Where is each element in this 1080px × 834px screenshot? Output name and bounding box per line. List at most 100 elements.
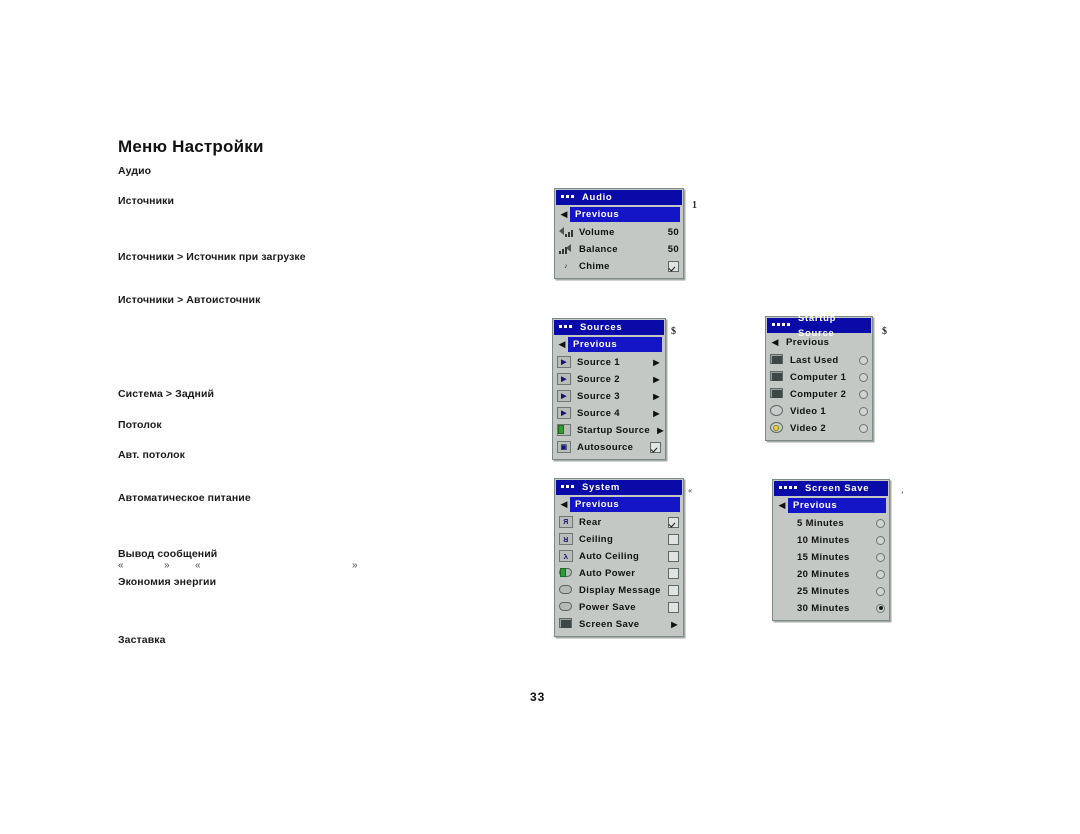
- annotation-mark: $: [671, 326, 676, 337]
- menu-item-checkbox[interactable]: [668, 260, 679, 272]
- menu-item-radio[interactable]: [876, 603, 885, 613]
- menu-item-checkbox[interactable]: [668, 584, 679, 596]
- menu-item[interactable]: Startup Source ▶: [557, 422, 663, 438]
- menu-item-radio[interactable]: [859, 389, 868, 399]
- menu-item[interactable]: Volume 50: [559, 224, 679, 240]
- menu-item-checkbox[interactable]: [668, 550, 679, 562]
- menu-item[interactable]: 10 Minutes: [777, 532, 885, 548]
- menu-item-label: Auto Ceiling: [579, 550, 640, 562]
- menu-item-radio[interactable]: [859, 423, 868, 433]
- menu-item-radio[interactable]: [876, 552, 885, 562]
- menu-item-label: Chime: [579, 260, 610, 272]
- menu-item[interactable]: Я Ceiling: [559, 531, 679, 547]
- source-icon: ▶: [557, 407, 571, 419]
- menu-item-radio[interactable]: [859, 406, 868, 416]
- menu-item[interactable]: 20 Minutes: [777, 566, 885, 582]
- osd-panel-screen-save: Screen Save ◀ Previous 5 Minutes 10 Minutes 1…: [772, 479, 890, 621]
- menu-item[interactable]: Video 2: [770, 420, 868, 436]
- left-label: Потолок: [118, 419, 162, 431]
- menu-item-radio[interactable]: [859, 372, 868, 382]
- menu-item[interactable]: Display Message: [559, 582, 679, 598]
- menu-item[interactable]: ▶ Source 3 ▶: [557, 388, 661, 404]
- menu-item-checkbox[interactable]: [668, 516, 679, 528]
- page-title: Меню Настройки: [118, 137, 264, 156]
- left-label: Автоматическое питание: [118, 492, 251, 504]
- menu-item-label: Autosource: [577, 441, 634, 453]
- previous-menu-item[interactable]: ◀ Previous: [558, 207, 680, 222]
- title-dots-icon: [561, 192, 576, 201]
- menu-item-label: 25 Minutes: [797, 585, 850, 597]
- submenu-arrow-icon[interactable]: ▶: [652, 375, 661, 384]
- osd-title-bar: System: [556, 480, 682, 495]
- menu-item-label: Display Message: [579, 584, 661, 596]
- osd-panel-audio: Audio ◀ Previous Volume 50 Balance 50 ♪ Chime: [554, 188, 684, 279]
- back-arrow-icon: ◀: [560, 499, 568, 509]
- menu-item-label: Source 1: [577, 356, 620, 368]
- osd-title-text: Audio: [582, 192, 613, 203]
- submenu-arrow-icon[interactable]: ▶: [656, 426, 665, 435]
- annotation-mark: ’: [901, 490, 904, 499]
- screen-save-icon: [559, 618, 573, 630]
- menu-item-value: 50: [667, 226, 679, 238]
- osd-title-bar: Sources: [554, 320, 664, 335]
- menu-item[interactable]: Я Rear: [559, 514, 679, 530]
- quote-close-2: »: [352, 560, 358, 571]
- submenu-arrow-icon[interactable]: ▶: [652, 409, 661, 418]
- menu-item[interactable]: ▶ Source 2 ▶: [557, 371, 661, 387]
- menu-item[interactable]: 30 Minutes: [777, 600, 885, 616]
- menu-item[interactable]: ▣ Autosource: [557, 439, 661, 455]
- left-label: Вывод сообщений: [118, 548, 218, 560]
- autosource-icon: ▣: [557, 441, 571, 453]
- back-arrow-icon: ◀: [560, 209, 568, 219]
- source-icon: ▶: [557, 390, 571, 402]
- menu-item[interactable]: 15 Minutes: [777, 549, 885, 565]
- menu-item[interactable]: Computer 1: [770, 369, 868, 385]
- submenu-arrow-icon[interactable]: ▶: [670, 620, 679, 629]
- menu-item[interactable]: Video 1: [770, 403, 868, 419]
- display-message-icon: [559, 584, 573, 596]
- submenu-arrow-icon[interactable]: ▶: [652, 358, 661, 367]
- menu-item-checkbox[interactable]: [650, 441, 661, 453]
- previous-menu-item[interactable]: ◀ Previous: [769, 335, 869, 350]
- left-label: Система > Задний: [118, 388, 215, 400]
- menu-item-checkbox[interactable]: [668, 533, 679, 545]
- video-yellow-icon: [770, 422, 784, 434]
- menu-item[interactable]: Screen Save ▶: [559, 616, 679, 632]
- menu-item-checkbox[interactable]: [668, 601, 679, 613]
- menu-item[interactable]: 5 Minutes: [777, 515, 885, 531]
- left-label: Заставка: [118, 634, 166, 646]
- menu-item[interactable]: У Auto Ceiling: [559, 548, 679, 564]
- menu-item[interactable]: Last Used: [770, 352, 868, 368]
- menu-item[interactable]: Computer 2: [770, 386, 868, 402]
- ceiling-icon: Я: [559, 533, 573, 545]
- menu-item-radio[interactable]: [859, 355, 868, 365]
- submenu-arrow-icon[interactable]: ▶: [652, 392, 661, 401]
- menu-item-radio[interactable]: [876, 535, 885, 545]
- menu-item-label: Video 2: [790, 422, 827, 434]
- previous-menu-item[interactable]: ◀ Previous: [776, 498, 886, 513]
- menu-item[interactable]: ♪ Chime: [559, 258, 679, 274]
- quote-open-1: «: [118, 560, 124, 571]
- menu-item[interactable]: ▶ Source 4 ▶: [557, 405, 661, 421]
- menu-item[interactable]: Power Save: [559, 599, 679, 615]
- menu-item-checkbox[interactable]: [668, 567, 679, 579]
- previous-label: Previous: [786, 337, 830, 348]
- left-label: Экономия энергии: [118, 576, 217, 588]
- previous-menu-item[interactable]: ◀ Previous: [558, 497, 680, 512]
- menu-item-radio[interactable]: [876, 586, 885, 596]
- menu-item-radio[interactable]: [876, 569, 885, 579]
- previous-menu-item[interactable]: ◀ Previous: [556, 337, 662, 352]
- menu-item-radio[interactable]: [876, 518, 885, 528]
- last-used-icon: [770, 354, 784, 366]
- menu-item[interactable]: 25 Minutes: [777, 583, 885, 599]
- menu-item[interactable]: Balance 50: [559, 241, 679, 257]
- menu-item[interactable]: ▶ Source 1 ▶: [557, 354, 661, 370]
- left-label: Источники > Источник при загрузке: [118, 251, 306, 263]
- page-number: 33: [530, 690, 546, 704]
- menu-item-label: 20 Minutes: [797, 568, 850, 580]
- left-label: Авт. потолок: [118, 449, 186, 461]
- auto-power-icon: [559, 567, 573, 579]
- annotation-mark: $: [882, 326, 887, 337]
- left-label: Источники > Автоисточник: [118, 294, 261, 306]
- menu-item[interactable]: Auto Power: [559, 565, 679, 581]
